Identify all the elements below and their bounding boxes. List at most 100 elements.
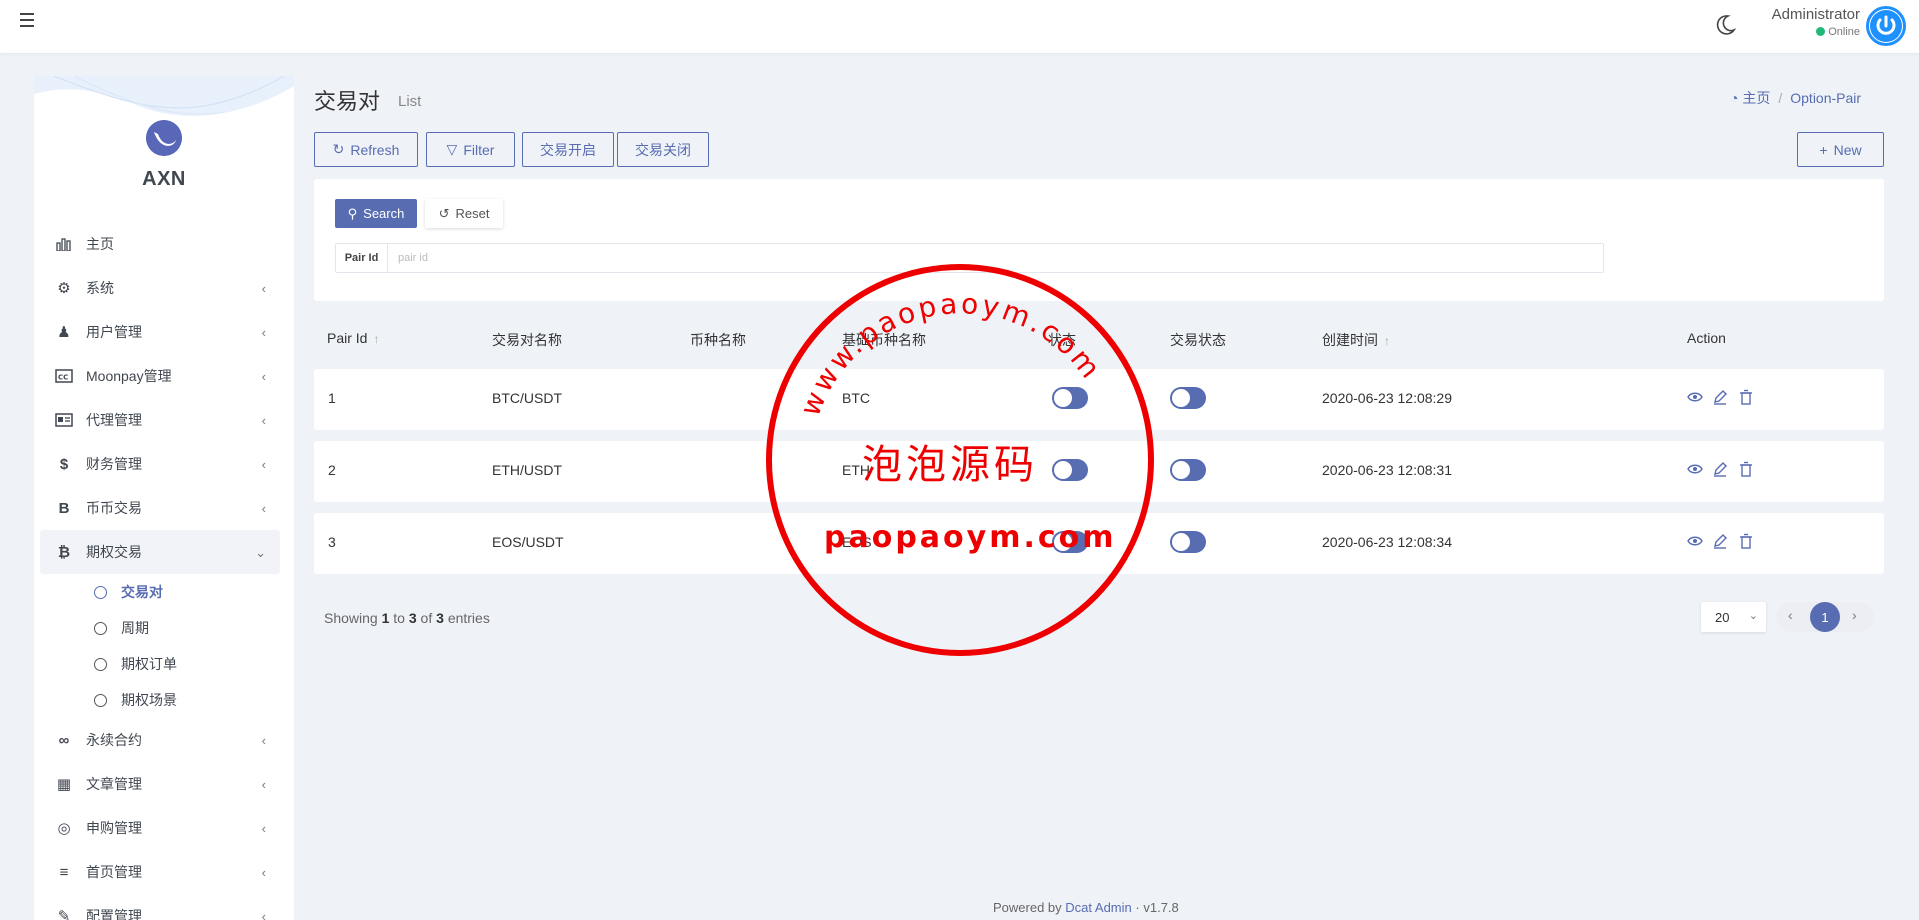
cell-created-at: 2020-06-23 12:08:29 — [1322, 390, 1452, 406]
sort-arrow-icon: ↑ — [373, 332, 380, 346]
user-menu[interactable]: Administrator Online — [1760, 6, 1860, 38]
cell-pair-name: BTC/USDT — [492, 390, 562, 406]
sidebar-item-homepage[interactable]: ≡ 首页管理 ‹ — [40, 850, 280, 894]
cell-pair-id: 2 — [328, 462, 336, 478]
status-toggle[interactable] — [1052, 387, 1088, 409]
search-button[interactable]: ⚲ Search — [335, 199, 417, 228]
open-trade-button[interactable]: 交易开启 — [522, 132, 614, 167]
menu-toggle-icon[interactable] — [20, 13, 35, 28]
filter-button[interactable]: ▽ Filter — [426, 132, 515, 167]
sidebar-item-perpetual[interactable]: ∞ 永续合约 ‹ — [40, 718, 280, 762]
chevron-left-icon: ‹ — [261, 865, 266, 880]
edit-icon[interactable] — [1712, 461, 1728, 477]
dollar-icon: $ — [59, 455, 69, 473]
per-page-select[interactable]: 20 ⌄ — [1701, 602, 1766, 632]
sidebar-subitem-label: 期权订单 — [121, 656, 177, 672]
bitcoin-icon: ₿ — [57, 543, 71, 561]
undo-icon: ↺ — [438, 205, 450, 221]
eye-icon[interactable] — [1687, 533, 1703, 549]
sidebar-item-spot-trading[interactable]: B 币币交易 ‹ — [40, 486, 280, 530]
chevron-left-icon: ‹ — [261, 909, 266, 920]
sidebar-item-label: Moonpay管理 — [86, 368, 172, 384]
sidebar-item-subscription[interactable]: ◎ 申购管理 ‹ — [40, 806, 280, 850]
reset-button[interactable]: ↺ Reset — [425, 199, 503, 228]
sidebar-item-label: 文章管理 — [86, 776, 142, 792]
gear-icon: ⚙ — [57, 280, 71, 297]
sidebar-item-articles[interactable]: ▦ 文章管理 ‹ — [40, 762, 280, 806]
eye-icon[interactable] — [1687, 389, 1703, 405]
cell-base-coin: BTC — [842, 390, 870, 406]
new-button[interactable]: + New — [1797, 132, 1884, 167]
breadcrumb-home[interactable]: ◔ 主页 — [1730, 90, 1770, 106]
status-toggle[interactable] — [1052, 531, 1088, 553]
filter-icon: ▽ — [446, 141, 458, 157]
life-ring-icon: ◎ — [57, 820, 71, 837]
sidebar-subitem-label: 交易对 — [121, 584, 163, 600]
sidebar-item-label: 首页管理 — [86, 864, 142, 880]
chevron-down-icon: ⌄ — [1748, 610, 1758, 622]
sidebar-item-label: 期权交易 — [86, 544, 142, 560]
refresh-button[interactable]: ↻ Refresh — [314, 132, 418, 167]
sidebar-item-home[interactable]: 主页 — [40, 222, 280, 266]
edit-icon[interactable] — [1712, 389, 1728, 405]
link-icon: ∞ — [58, 731, 70, 749]
bar-chart-icon — [54, 236, 74, 252]
trade-status-toggle[interactable] — [1170, 531, 1206, 553]
bitcoin-b-icon: B — [58, 499, 70, 517]
pair-id-input[interactable] — [388, 244, 1603, 272]
sidebar-item-label: 配置管理 — [86, 908, 142, 920]
eye-icon[interactable] — [1687, 461, 1703, 477]
circle-icon — [94, 693, 107, 707]
column-header-action: Action — [1687, 330, 1726, 346]
sidebar-item-label: 代理管理 — [86, 412, 142, 428]
column-header-created[interactable]: 创建时间 ↑ — [1322, 330, 1390, 350]
status-toggle[interactable] — [1052, 459, 1088, 481]
trash-icon[interactable] — [1738, 389, 1754, 405]
column-header-coin-name: 币种名称 — [690, 332, 746, 348]
circle-icon — [94, 657, 107, 671]
sidebar-subitem-trading-pair[interactable]: 交易对 — [40, 574, 280, 610]
close-trade-button[interactable]: 交易关闭 — [617, 132, 709, 167]
chevron-left-icon: ‹ — [261, 413, 266, 428]
chevron-left-icon: ‹ — [261, 369, 266, 384]
page-number-current[interactable]: 1 — [1810, 602, 1840, 632]
sidebar-item-label: 财务管理 — [86, 456, 142, 472]
column-header-pair-id[interactable]: Pair Id ↑ — [327, 330, 379, 346]
avatar[interactable] — [1866, 6, 1906, 46]
sidebar-item-label: 系统 — [86, 280, 114, 296]
online-dot-icon — [1816, 27, 1826, 36]
pagination-summary: Showing 1 to 3 of 3 entries — [324, 610, 490, 626]
chevron-left-icon: ‹ — [261, 733, 266, 748]
next-page-icon[interactable]: › — [1852, 607, 1857, 623]
sidebar: AXN 主页 ⚙ 系统 ‹ ♟ 用户管理 ‹ CC Moonpay管理 ‹ 代理… — [34, 76, 294, 920]
edit-icon[interactable] — [1712, 533, 1728, 549]
sidebar-item-moonpay[interactable]: CC Moonpay管理 ‹ — [40, 354, 280, 398]
sidebar-item-option-trading[interactable]: ₿ 期权交易 ⌄ — [40, 530, 280, 574]
power-icon — [1870, 10, 1902, 42]
sidebar-item-label: 永续合约 — [86, 732, 142, 748]
sidebar-item-users[interactable]: ♟ 用户管理 ‹ — [40, 310, 280, 354]
sidebar-subitem-period[interactable]: 周期 — [40, 610, 280, 646]
trash-icon[interactable] — [1738, 533, 1754, 549]
footer: Powered by Dcat Admin · v1.7.8 — [993, 900, 1179, 915]
sidebar-subitem-option-scenes[interactable]: 期权场景 — [40, 682, 280, 718]
trade-status-toggle[interactable] — [1170, 387, 1206, 409]
sidebar-item-config[interactable]: ✎ 配置管理 ‹ — [40, 894, 280, 920]
breadcrumb-separator: / — [1778, 90, 1783, 106]
prev-page-icon[interactable]: ‹ — [1788, 607, 1793, 623]
logo-icon — [146, 120, 182, 156]
trade-status-toggle[interactable] — [1170, 459, 1206, 481]
sidebar-subitem-option-orders[interactable]: 期权订单 — [40, 646, 280, 682]
sidebar-item-system[interactable]: ⚙ 系统 ‹ — [40, 266, 280, 310]
id-card-icon — [54, 412, 74, 428]
dashboard-icon: ◔ — [1730, 90, 1739, 106]
plus-icon: + — [1819, 141, 1828, 158]
dark-mode-icon[interactable] — [1716, 14, 1736, 36]
sidebar-item-agent[interactable]: 代理管理 ‹ — [40, 398, 280, 442]
sidebar-item-finance[interactable]: $ 财务管理 ‹ — [40, 442, 280, 486]
sidebar-item-label: 用户管理 — [86, 324, 142, 340]
footer-brand-link[interactable]: Dcat Admin — [1065, 900, 1131, 915]
trash-icon[interactable] — [1738, 461, 1754, 477]
cell-created-at: 2020-06-23 12:08:31 — [1322, 462, 1452, 478]
chevron-left-icon: ‹ — [261, 457, 266, 472]
